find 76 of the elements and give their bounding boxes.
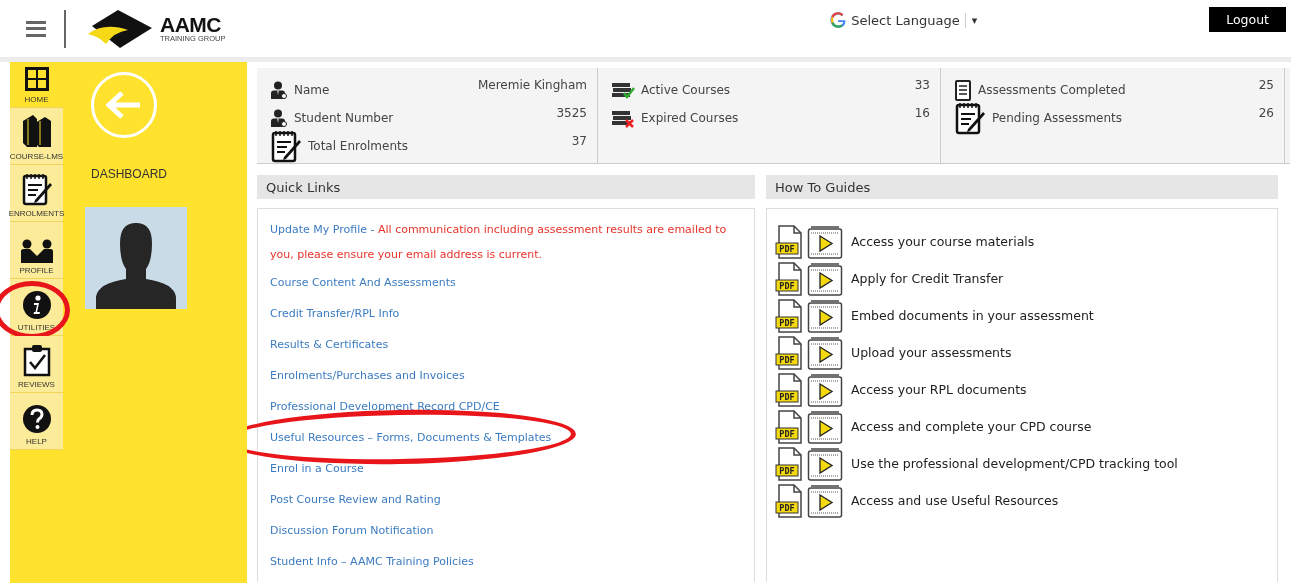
- profile-notice: Update My Profile - All communication including assessment results are emailed to you, please ensure your email address is current.: [270, 222, 728, 263]
- stat-value: 3525: [556, 105, 587, 120]
- nav-item[interactable]: COURSE-LMS: [10, 108, 63, 165]
- dashboard-label: DASHBOARD: [91, 167, 168, 181]
- pdf-file-icon: PDF: [775, 446, 803, 481]
- pdf-file-icon: PDF: [775, 335, 803, 370]
- stat-label: Assessments Completed: [978, 83, 1126, 97]
- stat-value: 26: [1258, 105, 1274, 120]
- pdf-file-icon: PDF: [775, 372, 803, 407]
- guide-link[interactable]: Upload your assessments: [851, 345, 1012, 360]
- nav-item[interactable]: ENROLMENTS: [10, 165, 63, 222]
- video-play-icon: [807, 372, 843, 407]
- pdf-file-icon: PDF: [775, 224, 803, 259]
- video-play-icon: [807, 483, 843, 518]
- stat-label: Name: [294, 83, 330, 97]
- stat-value: 16: [914, 105, 930, 120]
- stat-label: Student Number: [294, 111, 394, 125]
- checklist-icon: [954, 79, 972, 101]
- guide-link[interactable]: Access your RPL documents: [851, 382, 1027, 397]
- nav-item[interactable]: REVIEWS: [10, 336, 63, 393]
- pdf-file-icon: PDF: [775, 483, 803, 518]
- guide-link[interactable]: Access your course materials: [851, 234, 1035, 249]
- stat-label: Pending Assessments: [992, 111, 1123, 125]
- guide-link[interactable]: Embed documents in your assessment: [851, 308, 1094, 323]
- language-select[interactable]: Select Language: [851, 12, 960, 28]
- quick-link[interactable]: Course Content And Assessments: [270, 276, 456, 289]
- stat-label: Expired Courses: [641, 111, 739, 125]
- stat-value: 33: [914, 77, 930, 92]
- quick-link[interactable]: Credit Transfer/RPL Info: [270, 307, 400, 320]
- video-play-icon: [807, 446, 843, 481]
- guide-link[interactable]: Use the professional development/CPD tracking tool: [851, 456, 1178, 471]
- logo-text: AAMC: [160, 14, 221, 36]
- language-dropdown-caret[interactable]: ▾: [964, 12, 984, 28]
- stat-label: Active Courses: [641, 83, 731, 97]
- video-play-icon: [807, 224, 843, 259]
- notepad-icon: [954, 101, 986, 135]
- quick-link[interactable]: Enrol in a Course: [270, 462, 364, 475]
- quick-link[interactable]: Results & Certificates: [270, 338, 389, 351]
- video-play-icon: [807, 335, 843, 370]
- people-icon: [19, 239, 54, 263]
- help-icon: [21, 404, 52, 434]
- logout-button[interactable]: Logout: [1209, 7, 1286, 32]
- nav-item[interactable]: HELP: [10, 393, 63, 450]
- video-play-icon: [807, 298, 843, 333]
- nav-item[interactable]: PROFILE: [10, 222, 63, 279]
- stat-value: Meremie Kingham: [477, 77, 587, 92]
- grid-icon: [23, 66, 50, 92]
- quick-link[interactable]: Enrolments/Purchases and Invoices: [270, 369, 465, 382]
- google-icon: [830, 12, 847, 28]
- stat-value: 37: [571, 133, 587, 148]
- video-play-icon: [807, 409, 843, 444]
- guide-link[interactable]: Apply for Credit Transfer: [851, 271, 1004, 286]
- person-icon: [270, 109, 288, 127]
- quick-link[interactable]: Discussion Forum Notification: [270, 524, 434, 537]
- guide-link[interactable]: Access and complete your CPD course: [851, 419, 1092, 434]
- person-silhouette-icon: [94, 221, 178, 309]
- video-play-icon: [807, 261, 843, 296]
- quick-link[interactable]: Professional Development Record CPD/CE: [270, 400, 500, 413]
- quick-link[interactable]: Useful Resources – Forms, Documents & Templates: [270, 431, 552, 444]
- section-header: How To Guides: [766, 175, 1278, 199]
- stat-label: Total Enrolments: [308, 139, 408, 153]
- notepad-icon: [20, 172, 53, 206]
- arrow-left-icon: [106, 91, 142, 119]
- pdf-file-icon: PDF: [775, 261, 803, 296]
- quick-link[interactable]: Update My Profile -: [270, 223, 375, 236]
- stat-value: 25: [1258, 77, 1274, 92]
- pdf-file-icon: PDF: [775, 298, 803, 333]
- quick-link[interactable]: Post Course Review and Rating: [270, 493, 441, 506]
- pdf-file-icon: PDF: [775, 409, 803, 444]
- menu-icon[interactable]: [26, 20, 46, 37]
- guide-link[interactable]: Access and use Useful Resources: [851, 493, 1059, 508]
- clipboard-icon: [22, 343, 51, 377]
- person-icon: [270, 81, 288, 99]
- section-header: Quick Links: [257, 175, 755, 199]
- quick-link[interactable]: Student Info – AAMC Training Policies: [270, 555, 474, 568]
- info-icon: [21, 290, 52, 320]
